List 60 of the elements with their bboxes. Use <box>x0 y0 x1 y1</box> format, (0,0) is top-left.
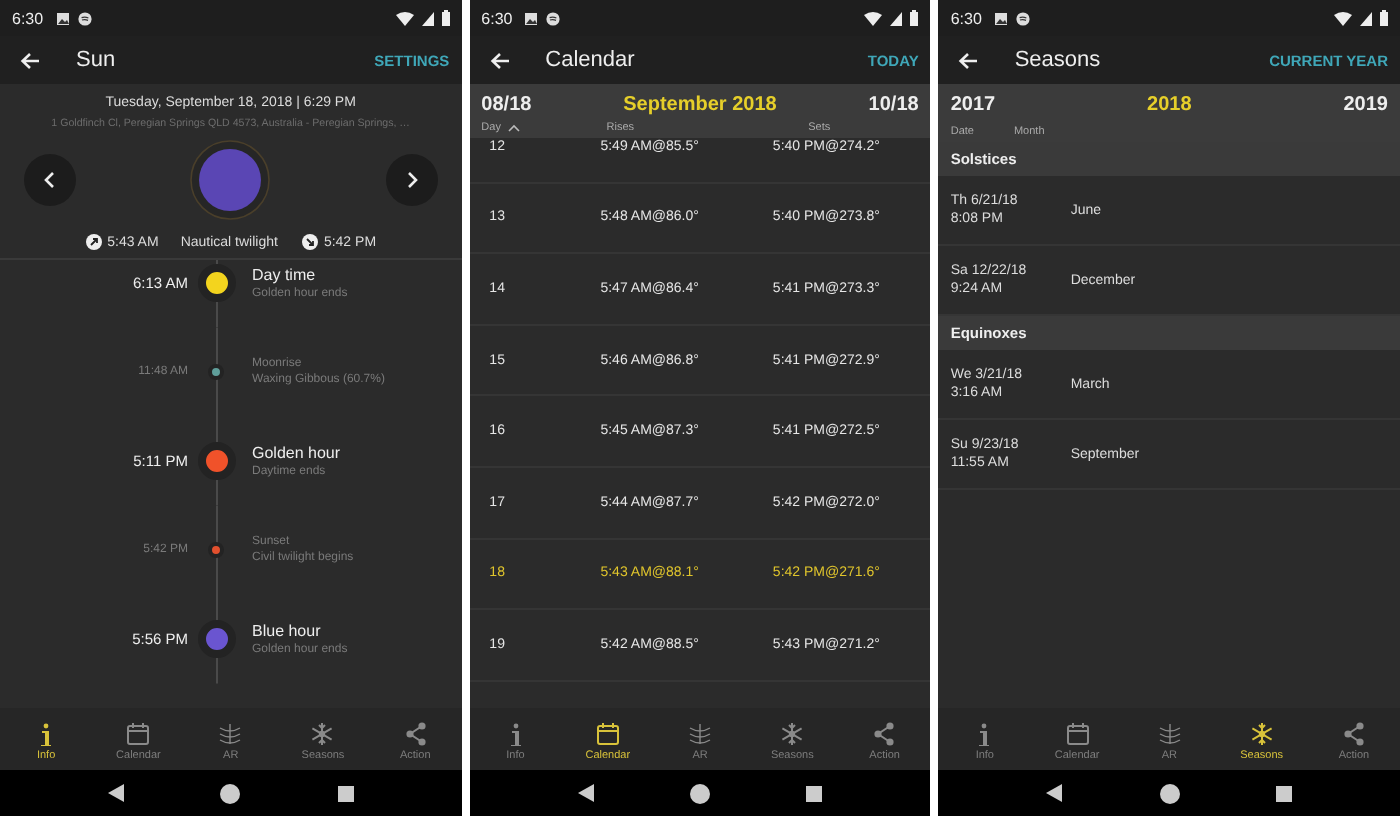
wave-lines-icon <box>218 721 243 745</box>
home-icon[interactable] <box>220 783 241 803</box>
sunrise-icon <box>85 234 102 250</box>
battery-icon <box>1380 10 1389 26</box>
image-icon <box>524 11 539 25</box>
notification-icon <box>546 11 561 25</box>
event-title: Day time <box>252 265 318 284</box>
share-icon <box>1341 721 1366 745</box>
next-year-button[interactable]: 2019 <box>1343 94 1388 116</box>
signal-icon <box>1360 11 1373 25</box>
share-icon <box>872 721 897 745</box>
wifi-icon <box>395 11 414 25</box>
wifi-icon <box>1334 11 1353 25</box>
back-arrow-icon[interactable] <box>489 51 510 69</box>
wave-lines-icon <box>1157 721 1182 745</box>
battery-icon <box>910 10 919 26</box>
status-time: 6:30 <box>481 9 513 27</box>
previous-year-button[interactable]: 2017 <box>950 94 996 116</box>
next-month-button[interactable]: 10/18 <box>868 94 919 116</box>
calendar-icon <box>595 721 620 745</box>
next-button[interactable] <box>385 154 438 206</box>
signal-icon <box>421 11 434 25</box>
snowflake-icon <box>310 721 335 745</box>
status-time: 6:30 <box>950 9 982 27</box>
sun-disc-icon <box>190 140 271 220</box>
event-title: Golden hour <box>252 443 343 462</box>
signal-icon <box>890 11 903 25</box>
snowflake-icon <box>1249 721 1274 745</box>
battery-icon <box>441 10 450 26</box>
share-icon <box>403 721 428 745</box>
image-icon <box>993 11 1008 25</box>
recents-icon[interactable] <box>806 785 823 801</box>
image-icon <box>55 11 70 25</box>
home-icon[interactable] <box>690 783 710 803</box>
recents-icon[interactable] <box>337 785 354 801</box>
current-year: 2018 <box>1147 94 1192 116</box>
previous-month-button[interactable]: 08/18 <box>481 94 532 116</box>
status-time: 6:30 <box>12 9 44 27</box>
wave-lines-icon <box>688 721 713 745</box>
snowflake-icon <box>780 721 805 745</box>
current-month: September 2018 <box>623 94 777 116</box>
back-icon[interactable] <box>1046 784 1063 802</box>
back-arrow-icon[interactable] <box>958 51 979 69</box>
back-icon[interactable] <box>108 784 125 802</box>
sunset-icon <box>301 234 318 250</box>
calendar-icon <box>126 721 151 745</box>
screen-title: Calendar <box>545 48 635 72</box>
calendar-icon <box>1065 721 1090 745</box>
notification-icon <box>77 11 92 25</box>
previous-button[interactable] <box>24 154 76 206</box>
sort-caret-icon[interactable] <box>508 124 521 132</box>
home-icon[interactable] <box>1159 783 1180 803</box>
back-icon[interactable] <box>577 784 594 802</box>
event-title: Blue hour <box>252 621 323 640</box>
notification-icon <box>1015 11 1030 25</box>
wifi-icon <box>864 11 883 25</box>
screen-title: Seasons <box>1014 48 1101 72</box>
back-arrow-icon[interactable] <box>20 51 40 69</box>
screen-title: Sun <box>76 48 116 72</box>
recents-icon[interactable] <box>1275 785 1292 801</box>
